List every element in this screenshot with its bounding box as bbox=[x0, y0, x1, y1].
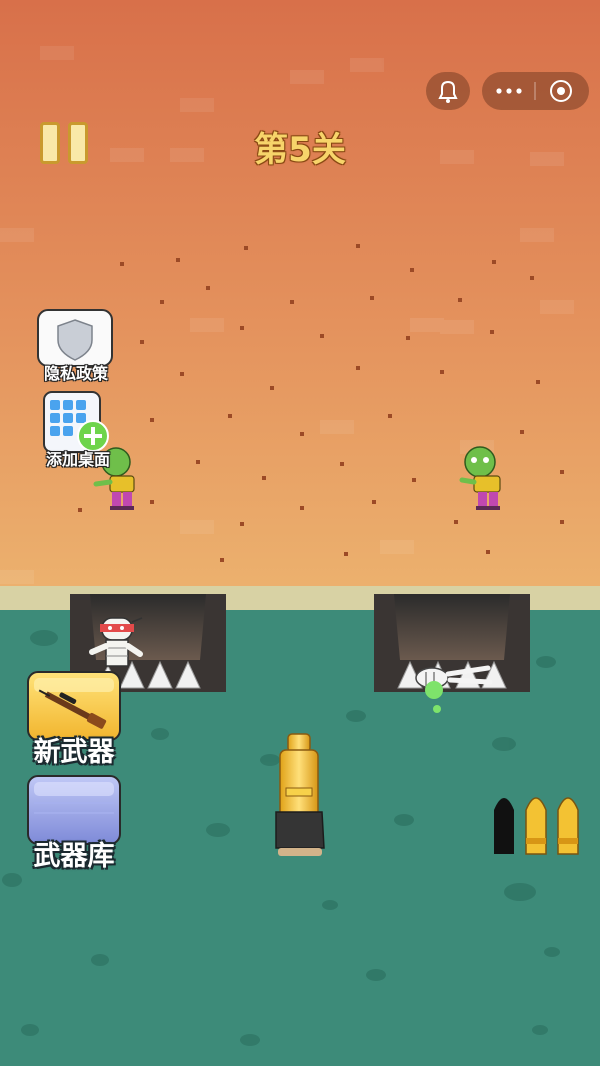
bullet-band bbox=[558, 838, 578, 844]
phone-add-icon bbox=[43, 391, 109, 453]
bullet-spent bbox=[494, 798, 514, 854]
add-to-desktop-label: 添加桌面 bbox=[45, 450, 110, 469]
add-to-desktop-button[interactable]: 添加桌面 bbox=[36, 390, 120, 469]
pause-icon bbox=[40, 122, 60, 164]
privacy-policy-label: 隐私政策 bbox=[43, 364, 108, 383]
ammo-counter bbox=[494, 797, 579, 855]
bullet-loaded bbox=[525, 797, 547, 855]
armory-label: 武器库 bbox=[33, 841, 115, 872]
spike-pit-right bbox=[374, 594, 530, 692]
more-dots-icon[interactable] bbox=[496, 88, 522, 94]
new-weapon-label: 新武器 bbox=[33, 737, 115, 768]
new-weapon-button[interactable]: 新武器 bbox=[24, 670, 124, 768]
privacy-policy-button[interactable]: 隐私政策 bbox=[36, 308, 116, 383]
pause-button[interactable] bbox=[40, 122, 92, 166]
target-circle-icon[interactable] bbox=[550, 80, 572, 102]
mini-program-capsule bbox=[482, 72, 589, 110]
notification-button[interactable] bbox=[426, 72, 470, 110]
bullet-loaded bbox=[557, 797, 579, 855]
shield-icon bbox=[37, 309, 113, 367]
bullet-band bbox=[526, 838, 546, 844]
bell-icon bbox=[438, 80, 458, 103]
pause-icon bbox=[68, 122, 88, 164]
level-title: 第5关 bbox=[254, 130, 346, 170]
golden-pistol[interactable] bbox=[275, 733, 325, 856]
armory-button[interactable]: 武器库 bbox=[24, 774, 124, 872]
capsule-icons bbox=[496, 80, 572, 102]
